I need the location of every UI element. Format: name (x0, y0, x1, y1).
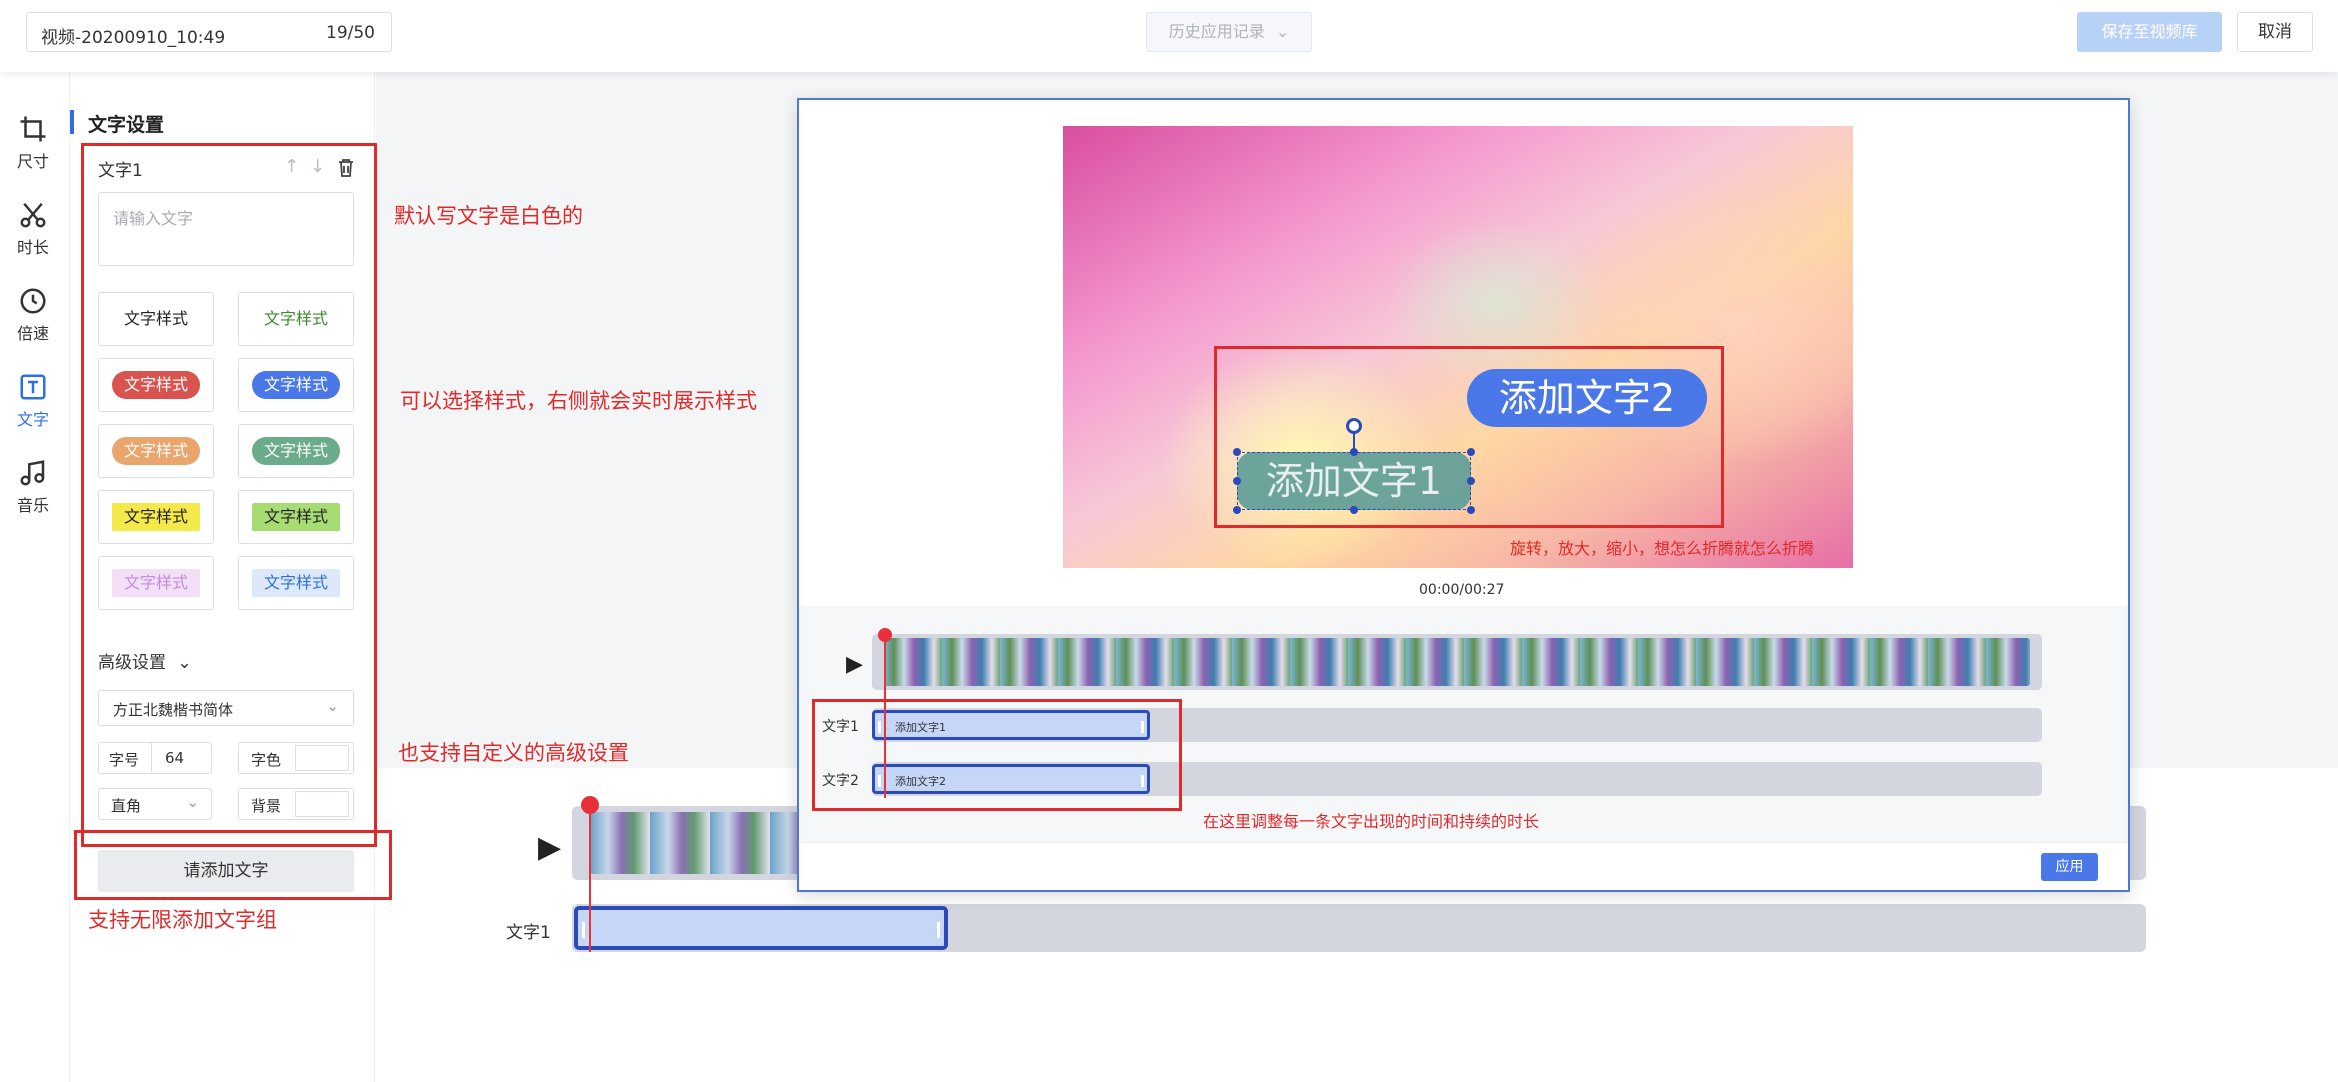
tool-duration-label: 时长 (16, 238, 49, 257)
top-bar: 视频-20200910_10:49 19/50 历史应用记录 ⌄ 保存至视频库 … (0, 0, 2338, 72)
tool-text-label: 文字 (16, 410, 49, 429)
playback-time: 00:00/00:27 (1419, 582, 1505, 598)
chevron-down-icon: ⌄ (1275, 22, 1290, 41)
tool-music[interactable]: 音乐 (0, 450, 66, 520)
tool-speed[interactable]: 倍速 (0, 278, 66, 348)
tool-speed-label: 倍速 (16, 324, 49, 343)
text-track-label: 文字1 (506, 923, 551, 943)
annotation-default-white: 默认写文字是白色的 (394, 204, 583, 228)
playhead-line (589, 800, 591, 952)
dialog-footer-divider (799, 842, 2128, 843)
clip-right-handle[interactable] (937, 922, 940, 938)
video-title-text: 视频-20200910_10:49 (41, 28, 226, 48)
tool-size[interactable]: 尺寸 (0, 106, 66, 176)
left-toolbar: 尺寸 时长 倍速 文字 音乐 (0, 72, 70, 1082)
scissors-icon (20, 202, 46, 228)
panel-title-accent (70, 110, 74, 134)
annotation-box-timeline (812, 699, 1182, 811)
text-icon (20, 374, 46, 400)
playhead-handle[interactable] (581, 796, 599, 814)
annotation-box-settings (81, 143, 377, 847)
panel-title: 文字设置 (88, 114, 165, 136)
tool-size-label: 尺寸 (16, 152, 49, 171)
history-dropdown[interactable]: 历史应用记录 ⌄ (1146, 12, 1312, 52)
annotation-timing: 在这里调整每一条文字出现的时间和持续的时长 (1203, 812, 1540, 831)
crop-icon (20, 116, 46, 142)
clip-left-handle[interactable] (582, 922, 585, 938)
annotation-advanced: 也支持自定义的高级设置 (398, 741, 629, 765)
cancel-button[interactable]: 取消 (2237, 12, 2313, 52)
annotation-box-preview (1214, 346, 1724, 528)
annotation-box-add (74, 830, 392, 900)
annotation-transform: 旋转，放大，缩小，想怎么折腾就怎么折腾 (1510, 539, 1815, 558)
clock-icon (20, 288, 46, 314)
annotation-choose-style: 可以选择样式，右侧就会实时展示样式 (400, 389, 757, 413)
title-char-count: 19/50 (326, 23, 375, 43)
text-clip-1[interactable] (574, 906, 948, 950)
preview-playhead-handle[interactable] (878, 628, 892, 642)
play-icon[interactable]: ▶ (846, 652, 863, 677)
save-to-library-button[interactable]: 保存至视频库 (2077, 12, 2222, 52)
annotation-unlimited: 支持无限添加文字组 (88, 908, 277, 932)
play-icon[interactable]: ▶ (538, 830, 561, 865)
music-icon (20, 460, 45, 486)
tool-duration[interactable]: 时长 (0, 192, 66, 262)
apply-button[interactable]: 应用 (2041, 853, 2098, 881)
history-label: 历史应用记录 (1168, 22, 1265, 41)
tool-music-label: 音乐 (16, 496, 49, 515)
video-thumbnails (590, 812, 800, 874)
video-title-input[interactable]: 视频-20200910_10:49 19/50 (26, 12, 392, 52)
preview-video-thumbnails (884, 638, 2030, 686)
tool-text[interactable]: 文字 (0, 364, 66, 434)
